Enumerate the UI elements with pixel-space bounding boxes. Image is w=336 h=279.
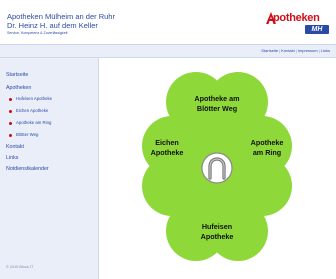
clover-label-right-2: am Ring [253,148,281,157]
clover-label-left-1: Eichen [155,138,179,147]
clover-label-top-1: Apotheke am [194,94,239,103]
nav-item-notdienstkalender[interactable]: Notdienstkalender [6,166,49,172]
site-header: Apotheken Mülheim an der Ruhr Dr. Heinz … [0,0,336,44]
toplink-links[interactable]: Links [321,48,330,53]
nav-item-links[interactable]: Links [6,155,18,161]
toplink-separator: | [295,48,297,53]
toplink-startseite[interactable]: Startseite [261,48,278,53]
site-title-line1: Apotheken Mülheim an der Ruhr [7,12,115,21]
clover-label-left-2: Apotheke [151,148,184,157]
horseshoe-icon [201,152,233,184]
clover-label-bottom-1: Hufeisen [202,222,232,231]
clover-label-bottom-2: Apotheke [201,232,234,241]
bullet-icon [9,110,12,113]
top-link-bar: Startseite|Kontakt|Impressum|Links [0,44,336,58]
apotheken-logo[interactable]: potheken MH [265,11,333,35]
site-title-line2: Dr. Heinz H. auf dem Keller [7,21,98,30]
nav-item-hufeisen-apotheke[interactable]: Hufeisen Apotheke [16,96,52,101]
nav-item-bloetter-weg[interactable]: Blötter Weg [16,132,38,137]
toplink-impressum[interactable]: Impressum [298,48,318,53]
nav-item-startseite[interactable]: Startseite [6,72,28,78]
bullet-icon [9,134,12,137]
clover-label-right-1: Apotheke [251,138,284,147]
clover-navigation: Apotheke am Blötter Weg Eichen Apotheke … [142,72,292,261]
nav-item-kontakt[interactable]: Kontakt [6,144,24,150]
copyright-text: © 2010 Block-IT [6,265,34,269]
toplink-separator: | [318,48,320,53]
main-content: Apotheke am Blötter Weg Eichen Apotheke … [99,58,336,279]
logo-text: potheken [273,12,320,24]
nav-item-apotheken[interactable]: Apotheken [6,85,31,91]
bullet-icon [9,122,12,125]
clover-label-top-2: Blötter Weg [197,104,237,113]
nav-item-eichen-apotheke[interactable]: Eichen Apotheke [16,108,48,113]
logo-badge: MH [305,25,329,34]
top-links: Startseite|Kontakt|Impressum|Links [260,48,330,53]
bullet-icon [9,98,12,101]
nav-item-apotheke-am-ring[interactable]: Apotheke am Ring [16,120,51,125]
toplink-kontakt[interactable]: Kontakt [281,48,295,53]
site-tagline: Service, Kompetenz & Zuverlässigkeit [7,31,68,35]
